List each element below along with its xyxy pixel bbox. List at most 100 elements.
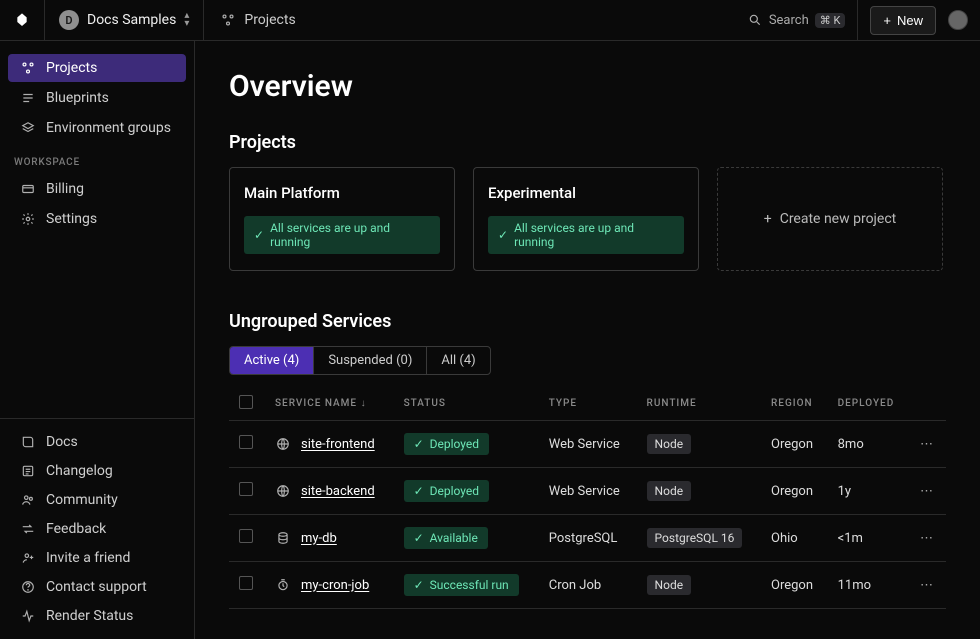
status-badge: ✓Deployed: [404, 480, 489, 502]
service-link[interactable]: my-db: [301, 531, 337, 546]
workspace-switcher[interactable]: D Docs Samples ▴▾: [45, 0, 204, 41]
select-all-checkbox[interactable]: [239, 395, 253, 409]
sidebar-item-support[interactable]: Contact support: [8, 573, 186, 601]
row-checkbox[interactable]: [239, 435, 253, 449]
breadcrumb: Projects: [204, 12, 311, 28]
filter-tab-all[interactable]: All (4): [427, 347, 489, 374]
sidebar-item-label: Environment groups: [46, 120, 171, 136]
sidebar-item-label: Render Status: [46, 608, 133, 624]
book-icon: [20, 434, 36, 450]
table-row: site-backend ✓Deployed Web Service Node …: [229, 468, 946, 515]
sidebar-item-feedback[interactable]: Feedback: [8, 515, 186, 543]
service-link[interactable]: site-frontend: [301, 437, 375, 452]
sidebar-item-label: Community: [46, 492, 118, 508]
status-badge: ✓Available: [404, 527, 488, 549]
sidebar-item-label: Billing: [46, 181, 84, 197]
row-menu-button[interactable]: ⋯: [920, 578, 935, 593]
search-button[interactable]: Search ⌘ K: [747, 12, 846, 28]
sidebar-item-community[interactable]: Community: [8, 486, 186, 514]
sidebar-item-blueprints[interactable]: Blueprints: [8, 84, 186, 112]
create-project-label: Create new project: [780, 211, 897, 227]
project-status-badge: ✓ All services are up and running: [244, 216, 440, 254]
blueprints-icon: [20, 90, 36, 106]
sidebar: Projects Blueprints Environment groups W…: [0, 41, 195, 639]
search-icon: [747, 12, 763, 28]
page-title: Overview: [229, 69, 946, 104]
sidebar-section-workspace: WORKSPACE: [0, 143, 194, 174]
activity-icon: [20, 608, 36, 624]
service-type: Cron Job: [539, 562, 637, 609]
service-region: Oregon: [761, 562, 828, 609]
list-icon: [20, 463, 36, 479]
sidebar-item-envgroups[interactable]: Environment groups: [8, 114, 186, 142]
workspace-name: Docs Samples: [87, 12, 176, 28]
filter-tab-active[interactable]: Active (4): [230, 347, 314, 374]
database-icon: [275, 530, 291, 546]
sidebar-item-label: Contact support: [46, 579, 147, 595]
sidebar-item-settings[interactable]: Settings: [8, 205, 186, 233]
project-card-title: Main Platform: [244, 184, 440, 202]
service-region: Ohio: [761, 515, 828, 562]
service-deployed: 1y: [828, 468, 910, 515]
project-card[interactable]: Main Platform ✓ All services are up and …: [229, 167, 455, 271]
sidebar-item-label: Settings: [46, 211, 97, 227]
service-type: Web Service: [539, 421, 637, 468]
sidebar-item-changelog[interactable]: Changelog: [8, 457, 186, 485]
runtime-badge: Node: [647, 434, 692, 454]
status-badge: ✓Successful run: [404, 574, 519, 596]
sidebar-item-status[interactable]: Render Status: [8, 602, 186, 630]
runtime-badge: Node: [647, 481, 692, 501]
sidebar-item-invite[interactable]: Invite a friend: [8, 544, 186, 572]
plus-icon: +: [883, 13, 891, 28]
sidebar-item-billing[interactable]: Billing: [8, 175, 186, 203]
row-menu-button[interactable]: ⋯: [920, 437, 935, 452]
service-region: Oregon: [761, 468, 828, 515]
table-row: my-cron-job ✓Successful run Cron Job Nod…: [229, 562, 946, 609]
service-link[interactable]: site-backend: [301, 484, 375, 499]
sidebar-item-docs[interactable]: Docs: [8, 428, 186, 456]
col-type: TYPE: [539, 387, 637, 421]
user-avatar[interactable]: [948, 10, 968, 30]
service-link[interactable]: my-cron-job: [301, 578, 369, 593]
new-button[interactable]: + New: [870, 6, 936, 35]
sidebar-item-projects[interactable]: Projects: [8, 54, 186, 82]
clock-icon: [275, 577, 291, 593]
filter-tabs: Active (4) Suspended (0) All (4): [229, 346, 491, 375]
sidebar-item-label: Invite a friend: [46, 550, 130, 566]
col-runtime: RUNTIME: [637, 387, 761, 421]
row-checkbox[interactable]: [239, 529, 253, 543]
search-label: Search: [769, 13, 809, 28]
service-region: Oregon: [761, 421, 828, 468]
project-card[interactable]: Experimental ✓ All services are up and r…: [473, 167, 699, 271]
sidebar-item-label: Projects: [46, 60, 97, 76]
people-icon: [20, 492, 36, 508]
gear-icon: [20, 211, 36, 227]
col-status: STATUS: [394, 387, 539, 421]
plus-icon: +: [764, 211, 772, 227]
col-name[interactable]: SERVICE NAME ↓: [265, 387, 394, 421]
arrows-icon: [20, 521, 36, 537]
app-logo[interactable]: [0, 0, 45, 41]
service-deployed: 11mo: [828, 562, 910, 609]
layers-icon: [20, 120, 36, 136]
row-checkbox[interactable]: [239, 576, 253, 590]
row-menu-button[interactable]: ⋯: [920, 484, 935, 499]
new-button-label: New: [897, 13, 923, 28]
create-project-button[interactable]: + Create new project: [717, 167, 943, 271]
check-icon: ✓: [414, 437, 424, 451]
main-content: Overview Projects Main Platform ✓ All se…: [195, 41, 980, 639]
runtime-badge: Node: [647, 575, 692, 595]
chevron-updown-icon: ▴▾: [184, 12, 189, 28]
row-menu-button[interactable]: ⋯: [920, 531, 935, 546]
help-icon: [20, 579, 36, 595]
sidebar-item-label: Blueprints: [46, 90, 109, 106]
workspace-avatar: D: [59, 10, 79, 30]
render-logo-icon: [14, 12, 30, 28]
table-row: site-frontend ✓Deployed Web Service Node…: [229, 421, 946, 468]
check-icon: ✓: [414, 531, 424, 545]
card-icon: [20, 181, 36, 197]
sidebar-item-label: Feedback: [46, 521, 106, 537]
row-checkbox[interactable]: [239, 482, 253, 496]
search-kbd: ⌘ K: [815, 13, 846, 28]
filter-tab-suspended[interactable]: Suspended (0): [314, 347, 427, 374]
